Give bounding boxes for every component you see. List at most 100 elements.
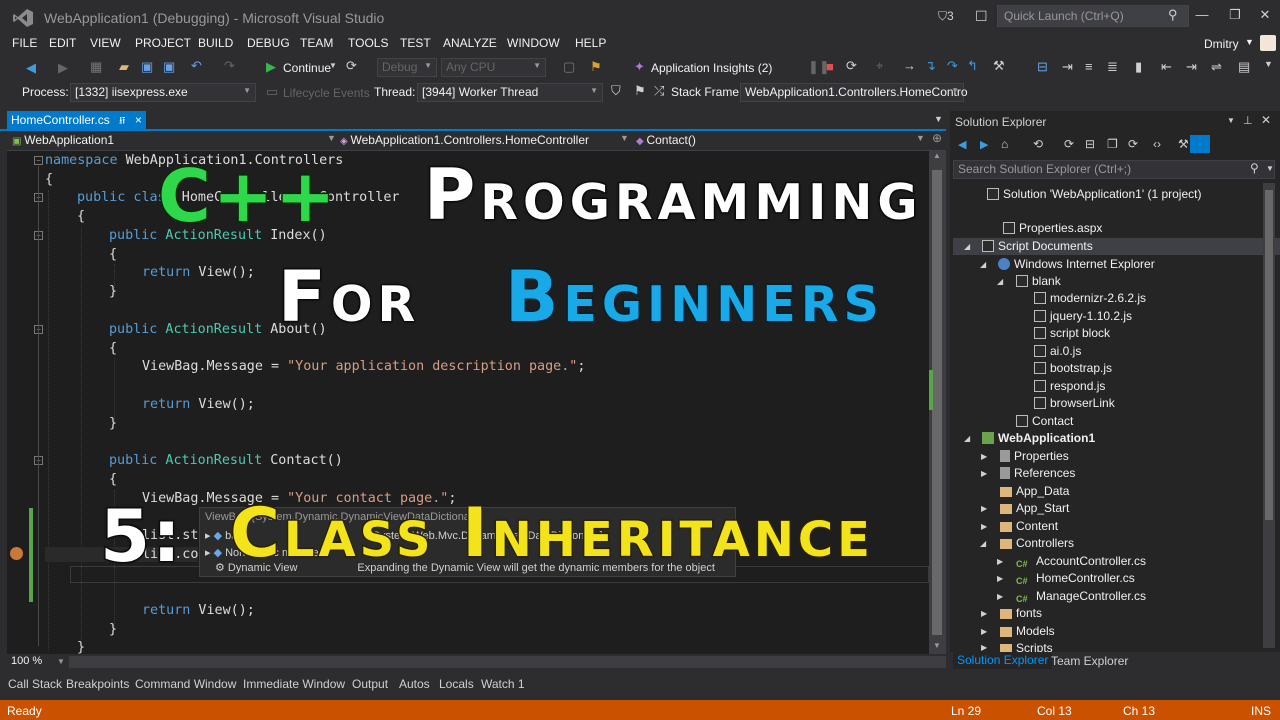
- back-icon[interactable]: ◀: [958, 138, 966, 151]
- close-window-button[interactable]: ✕: [1248, 4, 1280, 26]
- chevron-down-icon[interactable]: ▼: [1245, 37, 1254, 47]
- tab-list-icon[interactable]: ▼: [934, 114, 943, 124]
- fold-toggle[interactable]: −: [34, 156, 43, 165]
- pending-changes-icon[interactable]: ⟳: [1064, 137, 1074, 151]
- expand-icon[interactable]: ▶: [981, 643, 987, 652]
- tree-item-solution[interactable]: Solution 'WebApplication1' (1 project): [987, 187, 1201, 201]
- collapse-icon[interactable]: ◢: [964, 242, 970, 251]
- home-icon[interactable]: ⌂: [1001, 137, 1008, 151]
- next-bookmark-icon[interactable]: ⇥: [1186, 59, 1197, 75]
- expand-icon[interactable]: ▶: [981, 504, 987, 513]
- app-insights-button[interactable]: Application Insights (2): [651, 61, 772, 75]
- feedback-icon[interactable]: ☐: [975, 8, 988, 25]
- tree-item-scripts[interactable]: Scripts: [1000, 641, 1053, 652]
- breakpoint-icon[interactable]: [10, 547, 23, 560]
- new-project-icon[interactable]: ▦: [90, 59, 102, 75]
- tree-item-blank[interactable]: blank: [1016, 274, 1061, 288]
- tree-item-script-block[interactable]: script block: [1034, 326, 1110, 340]
- flag-thread-icon[interactable]: ⚑: [634, 83, 646, 99]
- collapse-all-icon[interactable]: ⊟: [1085, 137, 1095, 151]
- scroll-up-icon[interactable]: ▲: [933, 151, 941, 160]
- tree-item-internet-explorer[interactable]: Windows Internet Explorer: [998, 257, 1155, 271]
- properties-icon[interactable]: ⚒: [1178, 137, 1189, 151]
- back-icon[interactable]: ◀: [26, 60, 36, 76]
- view-code-icon[interactable]: ‹›: [1153, 137, 1161, 151]
- menu-tools[interactable]: TOOLS: [348, 36, 388, 50]
- forward-icon[interactable]: ▶: [58, 60, 68, 76]
- tab-call-stack[interactable]: Call Stack: [8, 677, 62, 691]
- restart-icon[interactable]: ⟳: [846, 58, 857, 74]
- solution-search-input[interactable]: Search Solution Explorer (Ctrl+;): [953, 160, 1275, 179]
- format-icon[interactable]: ≡: [1085, 59, 1093, 74]
- new-file-icon[interactable]: ▤: [1238, 59, 1250, 75]
- tree-item-script-documents[interactable]: Script Documents: [982, 239, 1093, 253]
- tree-item-properties-aspx[interactable]: Properties.aspx: [1003, 221, 1102, 235]
- menu-test[interactable]: TEST: [400, 36, 431, 50]
- tab-command-window[interactable]: Command Window: [135, 677, 236, 691]
- close-icon[interactable]: ×: [135, 113, 142, 127]
- expand-icon[interactable]: ▶: [981, 522, 987, 531]
- expand-icon[interactable]: ▶: [997, 574, 1003, 583]
- expand-icon[interactable]: ▸: [205, 547, 214, 559]
- filter-icon[interactable]: ⛉: [611, 83, 621, 99]
- tree-item-modernizr[interactable]: modernizr-2.6.2.js: [1034, 291, 1146, 305]
- show-next-statement-icon[interactable]: ⌖: [876, 58, 883, 74]
- tree-item-account-controller[interactable]: C# AccountController.cs: [1016, 554, 1146, 571]
- avatar[interactable]: [1260, 35, 1276, 51]
- pin-icon[interactable]: ⭿: [119, 116, 125, 127]
- outdent-icon[interactable]: ≣: [1107, 59, 1118, 75]
- undo-icon[interactable]: ↶: [191, 58, 202, 74]
- refresh-icon[interactable]: ⟳: [1128, 137, 1138, 151]
- menu-team[interactable]: TEAM: [300, 36, 333, 50]
- tab-immediate-window[interactable]: Immediate Window: [243, 677, 345, 691]
- stack-frame-select[interactable]: WebApplication1.Controllers.HomeContro ▼: [740, 83, 968, 102]
- menu-file[interactable]: FILE: [12, 36, 37, 50]
- redo-icon[interactable]: ↷: [224, 58, 235, 74]
- menu-analyze[interactable]: ANALYZE: [443, 36, 497, 50]
- member-nav-select[interactable]: ◆ Contact(): [636, 133, 926, 149]
- split-editor-icon[interactable]: ⊕: [932, 131, 942, 145]
- chevron-down-icon[interactable]: ▼: [620, 133, 629, 149]
- tree-item-home-controller[interactable]: C# HomeController.cs: [1016, 571, 1135, 588]
- scrollbar-thumb[interactable]: [932, 170, 942, 635]
- continue-button[interactable]: Continue: [283, 61, 331, 75]
- tree-item-manage-controller[interactable]: C# ManageController.cs: [1016, 589, 1146, 606]
- indent-icon[interactable]: ⇥: [1062, 59, 1073, 75]
- thread-select[interactable]: [3944] Worker Thread ▼: [417, 83, 603, 102]
- tree-item-respond[interactable]: respond.js: [1034, 379, 1105, 393]
- collapse-icon[interactable]: ◢: [997, 277, 1003, 286]
- pin-icon[interactable]: ⊥: [1243, 114, 1253, 127]
- tree-item-bootstrap[interactable]: bootstrap.js: [1034, 361, 1112, 375]
- tree-item-app-start[interactable]: App_Start: [1000, 501, 1069, 515]
- process-select[interactable]: [1332] iisexpress.exe ▼: [70, 83, 256, 102]
- tree-item-references[interactable]: References: [1000, 466, 1075, 480]
- tab-watch-1[interactable]: Watch 1: [481, 677, 525, 691]
- chevron-down-icon[interactable]: ▼: [57, 657, 65, 666]
- tab-output[interactable]: Output: [352, 677, 388, 691]
- step-into-icon[interactable]: ↴: [925, 58, 936, 74]
- tree-item-app-data[interactable]: App_Data: [1000, 484, 1069, 498]
- chevron-down-icon[interactable]: ▼: [916, 133, 925, 149]
- collapse-icon[interactable]: ◢: [964, 434, 970, 443]
- tab-homecontroller[interactable]: HomeController.cs ⭿ ×: [7, 111, 146, 129]
- user-name[interactable]: Dmitry: [1204, 37, 1239, 51]
- browser-link-icon[interactable]: ⚑: [590, 59, 602, 75]
- tree-item-models[interactable]: Models: [1000, 624, 1055, 638]
- menu-help[interactable]: HELP: [575, 36, 606, 50]
- tree-item-properties[interactable]: Properties: [1000, 449, 1069, 463]
- sync-icon[interactable]: ⟲: [1033, 137, 1043, 151]
- lifecycle-events-button[interactable]: Lifecycle Events: [283, 86, 370, 100]
- chevron-down-icon[interactable]: ▼: [1266, 164, 1274, 173]
- chevron-down-icon[interactable]: ▼: [327, 133, 336, 149]
- play-icon[interactable]: ▶: [266, 59, 276, 75]
- tab-solution-explorer[interactable]: Solution Explorer: [953, 652, 1053, 669]
- platform-select[interactable]: Any CPU ▼: [441, 58, 546, 77]
- tree-item-ai-js[interactable]: ai.0.js: [1034, 344, 1081, 358]
- editor-horizontal-scrollbar[interactable]: [69, 656, 946, 668]
- collapse-icon[interactable]: ◢: [980, 539, 986, 548]
- scroll-down-icon[interactable]: ▼: [933, 641, 941, 650]
- tree-item-fonts[interactable]: fonts: [1000, 606, 1042, 620]
- tab-autos[interactable]: Autos: [399, 677, 430, 691]
- zoom-level[interactable]: 100 %: [11, 655, 42, 667]
- attach-icon[interactable]: ▢: [563, 59, 575, 75]
